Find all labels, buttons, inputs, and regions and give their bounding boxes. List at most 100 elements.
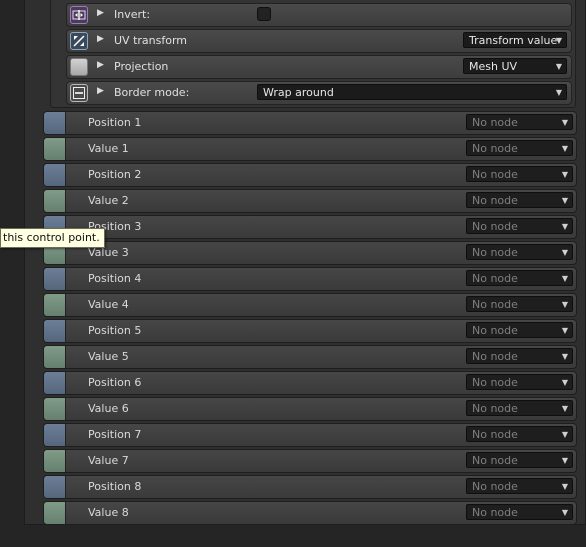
control-point-row: Position 8 No node ▼ [43, 475, 577, 499]
expand-arrow-icon[interactable]: ▶ [97, 86, 104, 96]
input-socket[interactable] [44, 398, 66, 420]
control-point-row: Value 2 No node ▼ [43, 189, 577, 213]
uv-transform-label: UV transform [114, 34, 187, 47]
projection-dropdown[interactable]: Mesh UV ▼ [463, 58, 567, 74]
node-select-dropdown[interactable]: No node ▼ [466, 218, 573, 234]
node-select-dropdown[interactable]: No node ▼ [466, 296, 573, 312]
node-select-dropdown[interactable]: No node ▼ [466, 478, 573, 494]
input-socket[interactable] [44, 320, 66, 342]
projection-label: Projection [114, 60, 169, 73]
projection-value: Mesh UV [469, 60, 518, 73]
row-label: Position 8 [88, 480, 142, 493]
chevron-down-icon: ▼ [561, 430, 568, 439]
node-select-value: No node [472, 298, 518, 311]
control-point-row: Position 7 No node ▼ [43, 423, 577, 447]
node-select-dropdown[interactable]: No node ▼ [466, 114, 573, 130]
chevron-down-icon: ▼ [555, 36, 562, 45]
expand-arrow-icon[interactable]: ▶ [97, 8, 104, 18]
chevron-down-icon: ▼ [555, 62, 562, 71]
chevron-down-icon: ▼ [561, 196, 568, 205]
node-select-value: No node [472, 142, 518, 155]
projection-row: ▶ Projection Mesh UV ▼ [66, 55, 572, 79]
node-select-value: No node [472, 454, 518, 467]
chevron-down-icon: ▼ [561, 456, 568, 465]
input-socket[interactable] [44, 164, 66, 186]
input-socket[interactable] [44, 450, 66, 472]
chevron-down-icon: ▼ [561, 248, 568, 257]
node-select-dropdown[interactable]: No node ▼ [466, 348, 573, 364]
input-socket[interactable] [44, 424, 66, 446]
control-point-row: Position 3 No node ▼ [43, 215, 577, 239]
input-socket[interactable] [44, 502, 66, 524]
control-point-row: Value 1 No node ▼ [43, 137, 577, 161]
control-point-row: Value 3 No node ▼ [43, 241, 577, 265]
input-socket[interactable] [44, 112, 66, 134]
expand-arrow-icon[interactable]: ▶ [97, 60, 104, 70]
node-select-value: No node [472, 220, 518, 233]
chevron-down-icon: ▼ [561, 170, 568, 179]
control-point-row: Position 6 No node ▼ [43, 371, 577, 395]
chevron-down-icon: ▼ [561, 326, 568, 335]
node-select-dropdown[interactable]: No node ▼ [466, 244, 573, 260]
node-select-dropdown[interactable]: No node ▼ [466, 400, 573, 416]
chevron-down-icon: ▼ [561, 300, 568, 309]
row-label: Value 1 [88, 142, 129, 155]
border-mode-row: ▶ Border mode: Wrap around ▼ [66, 81, 572, 105]
node-select-value: No node [472, 246, 518, 259]
node-select-dropdown[interactable]: No node ▼ [466, 452, 573, 468]
row-label: Position 7 [88, 428, 142, 441]
input-socket[interactable] [44, 268, 66, 290]
input-socket[interactable] [44, 138, 66, 160]
node-select-value: No node [472, 376, 518, 389]
node-select-dropdown[interactable]: No node ▼ [466, 192, 573, 208]
chevron-down-icon: ▼ [561, 404, 568, 413]
node-select-value: No node [472, 116, 518, 129]
control-point-row: Position 2 No node ▼ [43, 163, 577, 187]
chevron-down-icon: ▼ [561, 482, 568, 491]
node-select-value: No node [472, 350, 518, 363]
node-select-dropdown[interactable]: No node ▼ [466, 270, 573, 286]
row-label: Value 4 [88, 298, 129, 311]
input-socket[interactable] [44, 476, 66, 498]
input-socket[interactable] [44, 372, 66, 394]
uv-transform-icon [70, 32, 88, 50]
control-point-row: Position 4 No node ▼ [43, 267, 577, 291]
node-select-dropdown[interactable]: No node ▼ [466, 374, 573, 390]
row-label: Value 8 [88, 506, 129, 519]
control-point-row: Value 4 No node ▼ [43, 293, 577, 317]
control-point-row: Value 5 No node ▼ [43, 345, 577, 369]
control-point-row: Value 8 No node ▼ [43, 501, 577, 525]
control-point-row: Value 6 No node ▼ [43, 397, 577, 421]
row-label: Value 2 [88, 194, 129, 207]
border-mode-label: Border mode: [114, 86, 190, 99]
invert-row: ▶ Invert: [66, 3, 572, 27]
uv-transform-row: ▶ UV transform Transform value ▼ [66, 29, 572, 53]
uv-transform-dropdown[interactable]: Transform value ▼ [463, 32, 567, 48]
node-select-value: No node [472, 168, 518, 181]
node-select-dropdown[interactable]: No node ▼ [466, 140, 573, 156]
node-select-dropdown[interactable]: No node ▼ [466, 426, 573, 442]
border-mode-value: Wrap around [263, 86, 334, 99]
node-select-dropdown[interactable]: No node ▼ [466, 322, 573, 338]
row-label: Position 4 [88, 272, 142, 285]
row-label: Position 1 [88, 116, 142, 129]
invert-icon [70, 6, 88, 24]
node-select-value: No node [472, 194, 518, 207]
input-socket[interactable] [44, 294, 66, 316]
invert-checkbox[interactable] [257, 7, 271, 21]
expand-arrow-icon[interactable]: ▶ [97, 34, 104, 44]
control-point-row: Value 7 No node ▼ [43, 449, 577, 473]
control-point-row: Position 5 No node ▼ [43, 319, 577, 343]
border-mode-icon [70, 84, 88, 102]
row-label: Value 7 [88, 454, 129, 467]
border-mode-dropdown[interactable]: Wrap around ▼ [257, 84, 567, 100]
chevron-down-icon: ▼ [561, 274, 568, 283]
input-socket[interactable] [44, 346, 66, 368]
chevron-down-icon: ▼ [555, 88, 562, 97]
node-select-dropdown[interactable]: No node ▼ [466, 504, 573, 520]
chevron-down-icon: ▼ [561, 118, 568, 127]
row-label: Value 6 [88, 402, 129, 415]
node-select-dropdown[interactable]: No node ▼ [466, 166, 573, 182]
input-socket[interactable] [44, 190, 66, 212]
tooltip: this control point. [0, 228, 105, 248]
